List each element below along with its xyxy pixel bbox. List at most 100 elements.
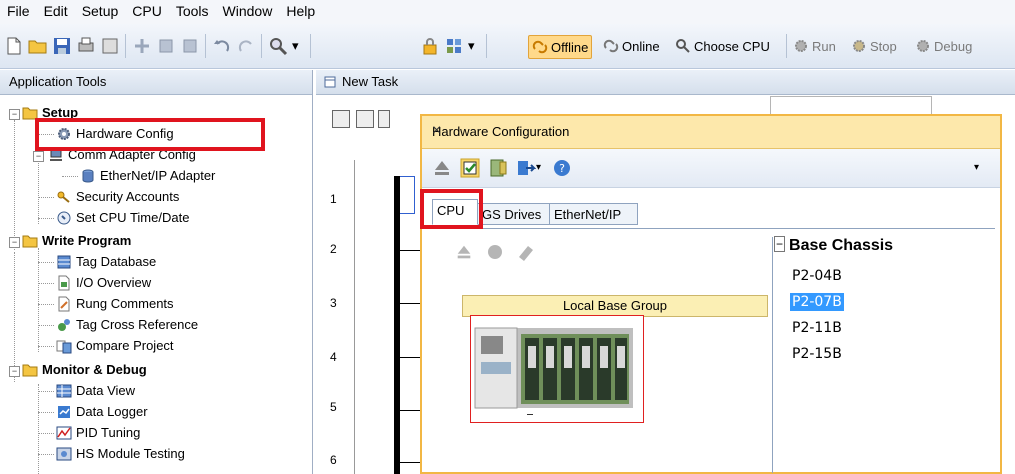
dialog-menu-dropdown-icon[interactable]: ▾ <box>974 158 994 178</box>
chassis-eject-icon[interactable] <box>454 243 476 261</box>
stop-label: Stop <box>870 38 897 54</box>
highlight-hardware-config <box>35 118 265 151</box>
base-item-p2-11b[interactable]: P2-11B <box>790 319 844 337</box>
database-icon <box>80 168 96 184</box>
io-overview-icon <box>56 275 72 291</box>
tag-database-icon <box>56 254 72 270</box>
find-icon[interactable] <box>268 36 288 56</box>
open-folder-icon[interactable] <box>28 36 48 56</box>
hs-module-testing-label: HS Module Testing <box>76 446 185 461</box>
menu-help[interactable]: Help <box>279 0 322 24</box>
plc-chassis-image[interactable] <box>470 315 644 423</box>
monitor-debug-collapse-icon[interactable]: − <box>9 366 20 377</box>
tree-tag-database[interactable]: Tag Database <box>56 251 156 272</box>
choose-cpu-icon <box>675 38 691 54</box>
compare-icon <box>56 338 72 354</box>
tree-pid-tuning[interactable]: PID Tuning <box>56 422 140 443</box>
preview-icon[interactable] <box>100 36 120 56</box>
undo-icon[interactable] <box>212 36 232 56</box>
find-dropdown-icon[interactable]: ▾ <box>292 36 299 56</box>
task-view-icon[interactable] <box>332 110 350 128</box>
copy-icon[interactable] <box>156 36 176 56</box>
offline-button[interactable]: Offline <box>528 35 593 59</box>
tree-tag-cross-reference[interactable]: Tag Cross Reference <box>56 314 198 335</box>
chassis-view: Local Base Group <box>442 237 773 473</box>
tree-ethernet-ip-adapter[interactable]: EtherNet/IP Adapter <box>80 165 215 186</box>
new-file-icon[interactable] <box>4 36 24 56</box>
menu-tools[interactable]: Tools <box>169 0 216 24</box>
folder-icon <box>22 233 38 249</box>
application-tools-title: Application Tools <box>0 70 312 95</box>
tab-new-task[interactable]: New Task <box>316 70 1015 95</box>
cut-icon[interactable] <box>132 36 152 56</box>
memory-dropdown-icon[interactable]: ▾ <box>468 36 475 56</box>
online-icon <box>603 38 619 54</box>
memory-icon[interactable] <box>444 36 464 56</box>
io-module-icon[interactable] <box>488 158 508 178</box>
help-icon[interactable]: ? <box>552 158 572 178</box>
tab-ethernet-ip[interactable]: EtherNet/IP <box>550 203 638 225</box>
rung-number: 1 <box>330 192 337 206</box>
validate-check-icon[interactable] <box>460 158 480 178</box>
tree-data-view[interactable]: Data View <box>56 380 135 401</box>
folder-icon <box>22 362 38 378</box>
base-item-p2-15b[interactable]: P2-15B <box>790 345 844 363</box>
chassis-eraser-icon[interactable] <box>516 243 536 261</box>
base-item-p2-07b[interactable]: P2-07B <box>790 293 844 311</box>
debug-button[interactable]: Debug <box>915 36 972 56</box>
close-icon[interactable]: × <box>432 122 988 140</box>
chassis-record-icon[interactable] <box>486 243 504 261</box>
online-label: Online <box>622 38 660 54</box>
base-item-p2-04b[interactable]: P2-04B <box>790 267 844 285</box>
left-power-rail <box>394 176 400 474</box>
base-chassis-title: Base Chassis <box>789 237 894 254</box>
setup-collapse-icon[interactable]: − <box>9 109 20 120</box>
comm-adapter-collapse-icon[interactable]: − <box>33 151 44 162</box>
base-chassis-header[interactable]: − Base Chassis <box>774 236 894 255</box>
tree-compare-project[interactable]: Compare Project <box>56 335 174 356</box>
choose-cpu-button[interactable]: Choose CPU <box>675 36 770 56</box>
offline-icon <box>532 39 548 55</box>
pid-chart-icon <box>56 425 72 441</box>
tree-hs-module-testing[interactable]: HS Module Testing <box>56 443 185 464</box>
clock-icon <box>56 210 72 226</box>
rung-number: 4 <box>330 350 337 364</box>
tab-gs-drives[interactable]: GS Drives <box>478 203 550 225</box>
run-button[interactable]: Run <box>793 36 836 56</box>
tree-set-cpu-time[interactable]: Set CPU Time/Date <box>56 207 189 228</box>
eject-icon[interactable] <box>432 158 452 178</box>
offline-label: Offline <box>551 39 589 55</box>
tree-io-overview[interactable]: I/O Overview <box>56 272 151 293</box>
tree-rung-comments[interactable]: Rung Comments <box>56 293 174 314</box>
highlight-cpu-tab <box>420 189 483 229</box>
ethernet-ip-adapter-label: EtherNet/IP Adapter <box>100 168 216 183</box>
svg-text:?: ? <box>559 162 565 175</box>
menu-file[interactable]: File <box>0 0 37 24</box>
write-program-collapse-icon[interactable]: − <box>9 237 20 248</box>
save-icon[interactable] <box>52 36 72 56</box>
run-gear-icon <box>793 38 809 54</box>
transfer-icon[interactable] <box>516 158 537 178</box>
menu-window[interactable]: Window <box>216 0 280 24</box>
stop-button[interactable]: Stop <box>851 36 897 56</box>
menu-setup[interactable]: Setup <box>75 0 126 24</box>
task-tree-icon[interactable] <box>378 110 390 128</box>
rung-1-selection <box>400 176 415 214</box>
monitor-debug-label: Monitor & Debug <box>42 362 147 377</box>
redo-icon[interactable] <box>236 36 256 56</box>
menu-cpu[interactable]: CPU <box>125 0 169 24</box>
task-edit-icon[interactable] <box>356 110 374 128</box>
print-icon[interactable] <box>76 36 96 56</box>
online-button[interactable]: Online <box>603 36 660 56</box>
lock-icon[interactable] <box>420 36 440 56</box>
run-label: Run <box>812 38 836 54</box>
tree-data-logger[interactable]: Data Logger <box>56 401 148 422</box>
menu-edit[interactable]: Edit <box>37 0 75 24</box>
menu-bar: File Edit Setup CPU Tools Window Help <box>0 0 1015 24</box>
paste-icon[interactable] <box>180 36 200 56</box>
tree-monitor-debug[interactable]: Monitor & Debug <box>22 359 147 380</box>
tree-security-accounts[interactable]: Security Accounts <box>56 186 179 207</box>
tree-write-program[interactable]: Write Program <box>22 230 131 251</box>
write-program-label: Write Program <box>42 233 132 248</box>
base-chassis-collapse-icon[interactable]: − <box>774 236 786 252</box>
